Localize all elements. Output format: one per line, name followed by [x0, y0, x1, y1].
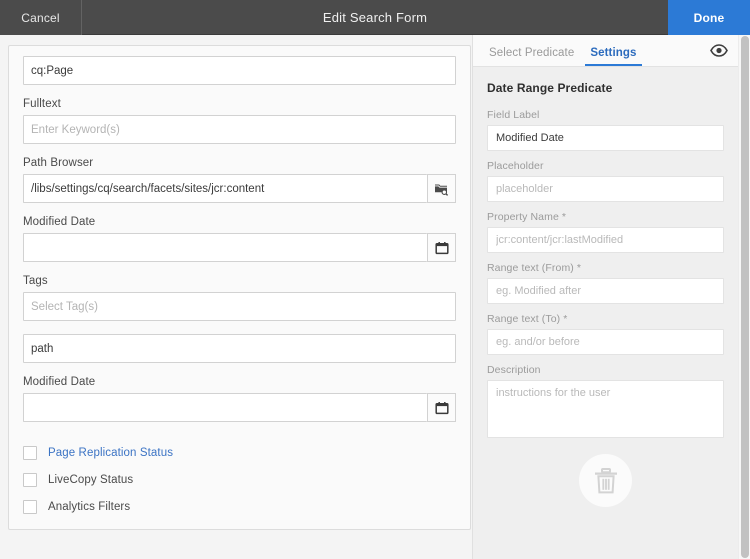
path-input[interactable] [23, 334, 456, 363]
modified-date-2-control [23, 393, 456, 422]
calendar-icon-glyph [435, 401, 449, 415]
done-button[interactable]: Done [668, 0, 750, 35]
modified-date-2-input[interactable] [23, 393, 427, 422]
node-type-input[interactable] [23, 56, 456, 85]
field-modified-date-1: Modified Date [23, 216, 456, 262]
setting-placeholder: Placeholder [487, 160, 724, 202]
path-browser-label: Path Browser [23, 157, 456, 169]
checkbox-analytics-filters[interactable] [23, 500, 37, 514]
rail-tablist: Select Predicate Settings [473, 35, 738, 67]
tags-input[interactable] [23, 292, 456, 321]
workspace: Fulltext Path Browser Modified Date [0, 35, 750, 559]
rail-content: Date Range Predicate Field Label Placeho… [473, 67, 738, 559]
fulltext-input[interactable] [23, 115, 456, 144]
setting-range-text-from-input[interactable] [487, 278, 724, 304]
spacer [23, 435, 456, 446]
vertical-scrollbar-thumb[interactable] [741, 36, 749, 558]
path-browser-input[interactable] [23, 174, 427, 203]
tab-settings[interactable]: Settings [582, 47, 644, 66]
setting-placeholder-input[interactable] [487, 176, 724, 202]
checkbox-page-replication-status[interactable] [23, 446, 37, 460]
properties-rail: Select Predicate Settings Date Range Pre… [472, 35, 738, 559]
checkbox-row-analytics-filters[interactable]: Analytics Filters [23, 500, 456, 514]
field-node-type [23, 56, 456, 85]
checkbox-row-livecopy-status[interactable]: LiveCopy Status [23, 473, 456, 487]
eye-icon[interactable] [708, 39, 730, 61]
setting-description: Description [487, 364, 724, 438]
folder-search-icon[interactable] [427, 174, 456, 203]
checkbox-label-analytics-filters: Analytics Filters [48, 501, 130, 513]
checkbox-row-page-replication-status[interactable]: Page Replication Status [23, 446, 456, 460]
checkbox-livecopy-status[interactable] [23, 473, 37, 487]
setting-range-text-to: Range text (To) * [487, 313, 724, 355]
top-toolbar: Cancel Edit Search Form Done [0, 0, 750, 35]
tab-select-predicate[interactable]: Select Predicate [481, 47, 582, 66]
predicate-title: Date Range Predicate [487, 81, 724, 95]
setting-range-text-to-label: Range text (To) * [487, 313, 724, 325]
page-title: Edit Search Form [82, 0, 668, 34]
setting-property-name-input[interactable] [487, 227, 724, 253]
modified-date-1-input[interactable] [23, 233, 427, 262]
setting-range-text-to-input[interactable] [487, 329, 724, 355]
setting-field-label-label: Field Label [487, 109, 724, 121]
setting-description-label: Description [487, 364, 724, 376]
tags-label: Tags [23, 275, 456, 287]
modified-date-1-label: Modified Date [23, 216, 456, 228]
calendar-icon-glyph [435, 241, 449, 255]
setting-description-textarea[interactable] [487, 380, 724, 438]
modified-date-2-label: Modified Date [23, 376, 456, 388]
field-path [23, 334, 456, 363]
folder-search-icon-glyph [434, 182, 449, 196]
eye-icon-glyph [710, 44, 728, 57]
path-browser-control [23, 174, 456, 203]
field-path-browser: Path Browser [23, 157, 456, 203]
delete-predicate-button[interactable] [579, 454, 632, 507]
calendar-icon[interactable] [427, 233, 456, 262]
setting-range-text-from: Range text (From) * [487, 262, 724, 304]
modified-date-1-control [23, 233, 456, 262]
fulltext-label: Fulltext [23, 98, 456, 110]
field-tags: Tags [23, 275, 456, 321]
trash-icon [593, 467, 619, 495]
field-fulltext: Fulltext [23, 98, 456, 144]
setting-placeholder-label: Placeholder [487, 160, 724, 172]
setting-property-name-label: Property Name * [487, 211, 724, 223]
setting-field-label: Field Label [487, 109, 724, 151]
field-modified-date-2: Modified Date [23, 376, 456, 422]
vertical-scrollbar-track[interactable] [738, 35, 750, 559]
search-form-canvas: Fulltext Path Browser Modified Date [8, 45, 471, 530]
cancel-button[interactable]: Cancel [0, 0, 82, 35]
checkbox-label-livecopy-status: LiveCopy Status [48, 474, 133, 486]
setting-field-label-input[interactable] [487, 125, 724, 151]
checkbox-label-page-replication-status[interactable]: Page Replication Status [48, 447, 173, 459]
calendar-icon[interactable] [427, 393, 456, 422]
delete-action-area [487, 454, 724, 507]
setting-property-name: Property Name * [487, 211, 724, 253]
setting-range-text-from-label: Range text (From) * [487, 262, 724, 274]
